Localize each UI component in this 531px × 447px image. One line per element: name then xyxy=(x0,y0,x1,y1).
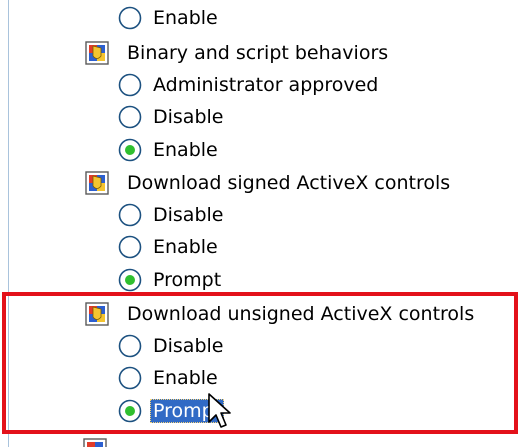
radio-unchecked-icon[interactable] xyxy=(118,105,142,129)
radio-option-disable[interactable]: Disable xyxy=(118,330,226,362)
security-setting-icon xyxy=(85,171,109,195)
radio-option-disable[interactable]: Disable xyxy=(118,199,226,231)
security-setting-icon xyxy=(82,437,108,447)
radio-option-label: Disable xyxy=(153,106,224,128)
setting-download-unsigned-activex-controls: Download unsigned ActiveX controls xyxy=(84,298,477,330)
radio-option-prompt[interactable]: Prompt xyxy=(118,264,224,296)
radio-option-label: Administrator approved xyxy=(153,74,379,96)
radio-option-label: Enable xyxy=(153,7,218,29)
setting-title: Download unsigned ActiveX controls xyxy=(127,303,475,325)
radio-unchecked-icon[interactable] xyxy=(118,235,142,259)
radio-option-enable[interactable]: Enable xyxy=(118,231,221,263)
setting-title: Download signed ActiveX controls xyxy=(127,172,451,194)
security-setting-icon xyxy=(85,302,109,326)
radio-checked-icon[interactable] xyxy=(118,138,142,162)
radio-option-enable[interactable]: Enable xyxy=(118,362,221,394)
radio-unchecked-icon[interactable] xyxy=(118,6,142,30)
radio-option-label: Disable xyxy=(153,335,224,357)
radio-unchecked-icon[interactable] xyxy=(118,203,142,227)
tree-guide-line xyxy=(8,0,9,447)
radio-option-label: Disable xyxy=(153,204,224,226)
radio-unchecked-icon[interactable] xyxy=(118,366,142,390)
radio-checked-icon[interactable] xyxy=(118,268,142,292)
radio-option-label: Enable xyxy=(153,236,218,258)
setting-binary-and-script-behaviors: Binary and script behaviors xyxy=(84,37,391,69)
radio-option-enable[interactable]: Enable xyxy=(118,134,221,166)
radio-unchecked-icon[interactable] xyxy=(118,73,142,97)
radio-option-enable[interactable]: Enable xyxy=(118,2,221,34)
radio-option-label: Enable xyxy=(153,367,218,389)
setting-download-signed-activex-controls: Download signed ActiveX controls xyxy=(84,167,453,199)
radio-option-administrator-approved[interactable]: Administrator approved xyxy=(118,69,381,101)
security-setting-icon xyxy=(85,41,109,65)
radio-option-label: Enable xyxy=(153,139,218,161)
radio-option-label: Prompt xyxy=(153,269,222,291)
radio-unchecked-icon[interactable] xyxy=(118,334,142,358)
mouse-pointer-icon xyxy=(208,393,231,428)
radio-checked-icon[interactable] xyxy=(118,399,142,423)
radio-option-disable[interactable]: Disable xyxy=(118,101,226,133)
setting-title: Binary and script behaviors xyxy=(127,42,389,64)
